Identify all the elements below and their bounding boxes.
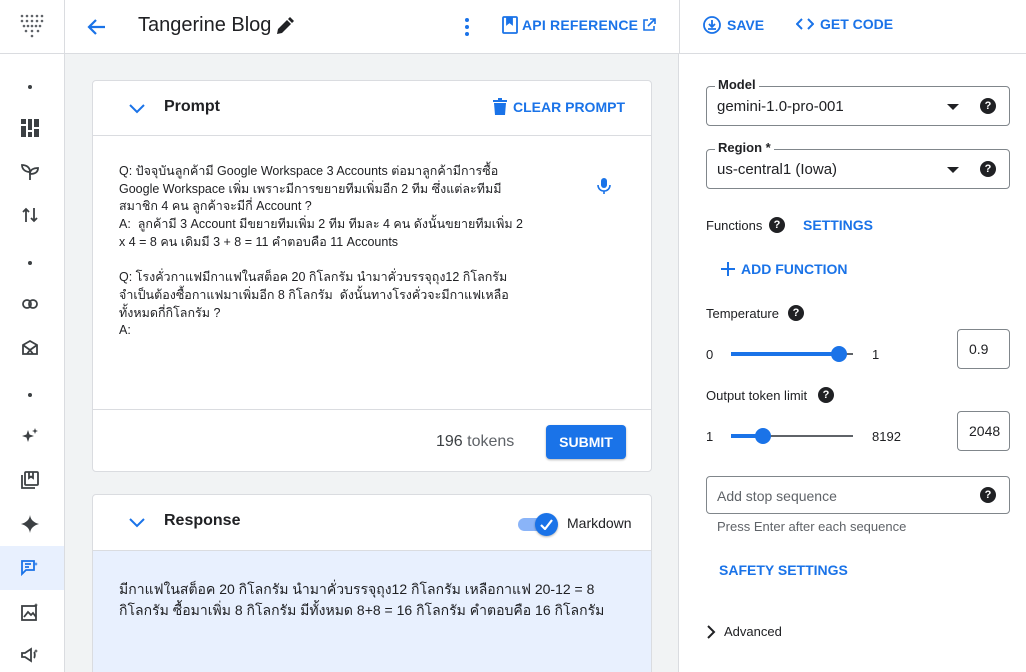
top-header: Tangerine Blog API REFERENCE SAVE GET CO… xyxy=(65,0,1026,54)
help-icon[interactable]: ? xyxy=(980,161,996,177)
api-reference-label: API REFERENCE xyxy=(522,17,639,33)
temperature-slider[interactable] xyxy=(731,344,853,364)
swap-icon[interactable] xyxy=(20,205,40,225)
gemini-icon[interactable] xyxy=(20,514,40,534)
main-content: Prompt CLEAR PROMPT Q: ปัจจุบันลูกค้ามี … xyxy=(65,54,679,672)
toggle-knob xyxy=(535,513,558,536)
temperature-label: Temperature xyxy=(706,306,779,321)
prompt-card-header: Prompt CLEAR PROMPT xyxy=(93,81,651,136)
announce-icon[interactable] xyxy=(20,645,40,665)
safety-settings-button[interactable]: SAFETY SETTINGS xyxy=(719,562,848,578)
link-icon[interactable] xyxy=(20,294,40,314)
markdown-label: Markdown xyxy=(567,515,632,531)
response-card: Response Markdown มีกาแฟในสต็อค 20 กิโลก… xyxy=(92,494,652,672)
add-function-button[interactable]: ADD FUNCTION xyxy=(721,261,848,277)
clear-prompt-button[interactable]: CLEAR PROMPT xyxy=(493,98,625,115)
rail-divider xyxy=(0,53,65,54)
rail-dot xyxy=(28,85,32,89)
region-label: Region * xyxy=(715,140,774,155)
response-card-header: Response Markdown xyxy=(93,495,651,550)
sparkle-icon[interactable] xyxy=(20,426,40,446)
token-unit: tokens xyxy=(467,433,515,450)
response-body: มีกาแฟในสต็อค 20 กิโลกรัม นำมาคั่วบรรจุถ… xyxy=(93,550,651,672)
sprout-icon[interactable] xyxy=(20,162,40,182)
back-arrow-icon[interactable] xyxy=(85,15,109,39)
download-icon xyxy=(703,16,721,34)
token-count: 196 tokens xyxy=(436,433,514,451)
check-icon xyxy=(540,519,553,530)
output-token-slider[interactable] xyxy=(731,426,853,446)
functions-label: Functions xyxy=(706,218,763,233)
help-icon[interactable]: ? xyxy=(769,217,785,233)
dropdown-caret-icon xyxy=(947,104,959,110)
logo-icon[interactable] xyxy=(17,12,45,40)
model-value: gemini-1.0-pro-001 xyxy=(717,98,844,115)
more-vert-icon[interactable] xyxy=(459,15,475,39)
chat-prompt-icon[interactable] xyxy=(20,558,40,578)
settings-panel: Model gemini-1.0-pro-001 ? Region * us-c… xyxy=(680,54,1026,672)
model-garden-icon[interactable] xyxy=(20,338,40,358)
prompt-textarea[interactable]: Q: ปัจจุบันลูกค้ามี Google Workspace 3 A… xyxy=(119,163,539,340)
app: Tangerine Blog API REFERENCE SAVE GET CO… xyxy=(0,0,1026,672)
region-value: us-central1 (Iowa) xyxy=(717,161,838,178)
code-icon xyxy=(796,18,814,30)
help-icon[interactable]: ? xyxy=(788,305,804,321)
output-token-max: 8192 xyxy=(872,429,901,444)
prompt-title: Prompt xyxy=(164,98,220,115)
trash-icon xyxy=(493,98,507,115)
temperature-min: 0 xyxy=(706,347,714,362)
help-icon[interactable]: ? xyxy=(980,98,996,114)
get-code-button[interactable]: GET CODE xyxy=(796,16,893,32)
book-icon[interactable] xyxy=(20,470,40,490)
clear-prompt-label: CLEAR PROMPT xyxy=(513,98,625,115)
image-icon[interactable] xyxy=(20,602,40,622)
output-token-input[interactable]: 2048 xyxy=(957,411,1010,451)
output-token-label: Output token limit xyxy=(706,388,808,403)
header-divider xyxy=(679,0,680,54)
dropdown-caret-icon xyxy=(947,167,959,173)
add-function-label: ADD FUNCTION xyxy=(741,261,848,277)
save-button[interactable]: SAVE xyxy=(703,16,764,34)
slider-fill xyxy=(731,352,839,356)
left-nav-rail xyxy=(0,0,65,672)
stop-sequence-input[interactable]: Add stop sequence ? xyxy=(706,476,1010,514)
stop-sequence-placeholder: Add stop sequence xyxy=(717,488,837,504)
chevron-right-icon xyxy=(707,624,716,639)
chevron-down-icon[interactable] xyxy=(127,98,147,118)
rail-dot xyxy=(28,261,32,265)
book-icon xyxy=(502,16,518,34)
prompt-footer: 196 tokens SUBMIT xyxy=(93,409,651,471)
temperature-max: 1 xyxy=(872,347,880,362)
edit-pencil-icon[interactable] xyxy=(275,16,295,36)
open-in-new-icon xyxy=(643,18,656,31)
dashboard-icon[interactable] xyxy=(20,118,40,138)
advanced-label: Advanced xyxy=(724,624,782,639)
temperature-input[interactable]: 0.9 xyxy=(957,329,1010,369)
slider-thumb[interactable] xyxy=(831,346,847,362)
model-select[interactable]: Model gemini-1.0-pro-001 ? xyxy=(706,77,1010,126)
submit-button[interactable]: SUBMIT xyxy=(546,425,626,459)
prompt-card: Prompt CLEAR PROMPT Q: ปัจจุบันลูกค้ามี … xyxy=(92,80,652,472)
token-count-value: 196 xyxy=(436,433,463,450)
slider-thumb[interactable] xyxy=(755,428,771,444)
plus-icon xyxy=(721,262,735,276)
markdown-toggle[interactable] xyxy=(518,512,558,536)
api-reference-link[interactable]: API REFERENCE xyxy=(502,16,656,34)
region-select[interactable]: Region * us-central1 (Iowa) ? xyxy=(706,140,1010,189)
microphone-icon[interactable] xyxy=(595,177,613,195)
functions-settings-button[interactable]: SETTINGS xyxy=(803,217,873,233)
get-code-label: GET CODE xyxy=(820,16,894,32)
response-text: มีกาแฟในสต็อค 20 กิโลกรัม นำมาคั่วบรรจุถ… xyxy=(119,581,605,618)
save-label: SAVE xyxy=(727,17,765,33)
advanced-expander[interactable]: Advanced xyxy=(706,624,782,639)
page-title: Tangerine Blog xyxy=(138,14,272,36)
output-token-min: 1 xyxy=(706,429,714,444)
stop-sequence-hint: Press Enter after each sequence xyxy=(717,519,907,534)
response-title: Response xyxy=(164,512,241,529)
rail-dot xyxy=(28,393,32,397)
help-icon[interactable]: ? xyxy=(818,387,834,403)
help-icon[interactable]: ? xyxy=(980,487,996,503)
model-label: Model xyxy=(715,77,759,92)
chevron-down-icon[interactable] xyxy=(127,512,147,532)
